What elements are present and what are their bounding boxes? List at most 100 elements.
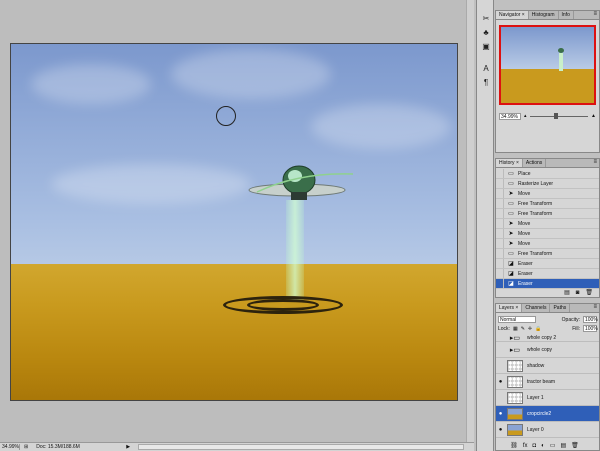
history-item[interactable]: ➤ Move [496, 239, 599, 249]
zoom-out-icon[interactable]: ▴ [524, 113, 527, 119]
lock-move-icon[interactable]: ✛ [528, 326, 532, 332]
opacity-field[interactable]: 100% [583, 316, 598, 323]
tool-preset-icon[interactable]: ✂ [481, 14, 491, 24]
doc-icon: ▭ [508, 181, 514, 187]
history-footer: ▤ ◙ 🗑 [496, 289, 599, 297]
snapshot-icon[interactable]: ◙ [576, 289, 580, 297]
tab-history[interactable]: History × [496, 159, 523, 167]
cloud [311, 104, 451, 149]
history-list: ▭ Place ▭ Rasterize Layer ➤ Move ▭ Free Tran… [496, 169, 599, 289]
cloud [31, 64, 151, 104]
document-canvas[interactable] [10, 43, 458, 401]
adjustment-icon[interactable]: ◐ [541, 442, 545, 450]
blend-mode-select[interactable]: Normal [498, 316, 536, 323]
layers-panel: Layers × Channels Paths ≡ Normal Opacity… [495, 303, 600, 451]
tractor-beam [286, 200, 304, 300]
eraser-icon: ◪ [508, 281, 514, 287]
horizontal-scrollbar[interactable] [138, 444, 464, 450]
link-icon[interactable]: ⛓ [510, 442, 518, 450]
folder-icon: ▸▭ [509, 346, 521, 354]
zoom-slider-thumb[interactable] [553, 112, 558, 119]
paragraph-icon[interactable]: ¶ [481, 78, 491, 88]
layer-thumbnail [507, 407, 523, 420]
layer-list: ▸▭ whole copy 2 ▸▭ whole copy shadow ● trac… [496, 334, 599, 438]
history-item[interactable]: ◪ Eraser [496, 259, 599, 269]
history-item[interactable]: ▭ Place [496, 169, 599, 179]
tab-info[interactable]: Info [559, 11, 574, 19]
eraser-icon: ◪ [508, 271, 514, 277]
panel-menu-icon[interactable]: ≡ [593, 11, 599, 19]
tab-navigator[interactable]: Navigator × [496, 11, 529, 19]
history-item[interactable]: ➤ Move [496, 229, 599, 239]
layer-row[interactable]: ● Layer 0 [496, 422, 599, 438]
panel-menu-icon[interactable]: ≡ [593, 159, 599, 167]
status-zoom[interactable]: 34.99% [2, 444, 20, 450]
history-item[interactable]: ◪ Eraser [496, 269, 599, 279]
layer-row[interactable]: ● tractor beam [496, 374, 599, 390]
trash-icon[interactable]: 🗑 [571, 442, 579, 450]
new-document-icon[interactable]: ▤ [564, 289, 570, 297]
status-doc-size: Doc: 15.3M/188.6M [36, 444, 80, 450]
canvas-workspace[interactable] [0, 0, 474, 442]
layers-tabs: Layers × Channels Paths ≡ [496, 304, 599, 313]
tab-layers[interactable]: Layers × [496, 304, 523, 312]
nav-beam [559, 53, 563, 71]
navigator-tabs: Navigator × Histogram Info ≡ [496, 11, 599, 20]
layer-row[interactable]: Layer 1 [496, 390, 599, 406]
move-icon: ➤ [508, 191, 514, 197]
eye-icon[interactable]: ● [496, 427, 505, 433]
clone-stamp-icon[interactable]: ♣ [481, 28, 491, 38]
character-icon[interactable]: A [481, 64, 491, 74]
panel-dock-strip: ✂ ♣ ▣ A ¶ [476, 0, 494, 451]
status-icon[interactable]: ⊞ [24, 444, 28, 450]
fill-field[interactable]: 100% [583, 325, 598, 332]
group-icon[interactable]: ▭ [550, 442, 556, 450]
brush-cursor [216, 106, 236, 126]
brushes-icon[interactable]: ▣ [481, 42, 491, 52]
move-icon: ➤ [508, 221, 514, 227]
history-item-selected[interactable]: ◪ Eraser [496, 279, 599, 289]
history-panel: History × Actions ≡ ▭ Place ▭ Rasterize La… [495, 158, 600, 298]
layer-row[interactable]: ▸▭ whole copy [496, 342, 599, 358]
layer-row-selected[interactable]: ● cropcircle2 [496, 406, 599, 422]
eye-icon[interactable]: ● [496, 379, 505, 385]
doc-icon: ▭ [508, 211, 514, 217]
layer-row[interactable]: shadow [496, 358, 599, 374]
history-tabs: History × Actions ≡ [496, 159, 599, 168]
layers-controls: Normal Opacity: 100% Lock: ▦ ✎ ✛ 🔒 Fill:… [498, 315, 598, 333]
history-item[interactable]: ➤ Move [496, 219, 599, 229]
tab-histogram[interactable]: Histogram [529, 11, 559, 19]
zoom-slider[interactable] [529, 112, 589, 119]
layer-row[interactable]: ▸▭ whole copy 2 [496, 334, 599, 342]
history-item[interactable]: ▭ Free Transform [496, 249, 599, 259]
lock-transparent-icon[interactable]: ▦ [513, 326, 518, 332]
status-bar: 34.99% ⊞ Doc: 15.3M/188.6M ▶ [0, 442, 474, 451]
tab-channels[interactable]: Channels [522, 304, 551, 312]
history-item[interactable]: ▭ Free Transform [496, 209, 599, 219]
opacity-label: Opacity: [561, 316, 580, 323]
new-layer-icon[interactable]: ▤ [560, 442, 566, 450]
layer-thumbnail [507, 359, 523, 372]
navigator-preview[interactable] [499, 25, 596, 105]
lock-label: Lock: [498, 325, 510, 332]
mask-icon[interactable]: ◘ [533, 442, 537, 450]
trash-icon[interactable]: 🗑 [585, 289, 593, 297]
lock-all-icon[interactable]: 🔒 [535, 326, 541, 332]
vertical-scrollbar[interactable] [466, 0, 474, 442]
tab-actions[interactable]: Actions [523, 159, 547, 167]
tab-paths[interactable]: Paths [550, 304, 571, 312]
ufo-icon [248, 165, 354, 200]
history-item[interactable]: ➤ Move [496, 189, 599, 199]
navigator-zoom-field[interactable]: 34.99% [499, 112, 521, 120]
history-item[interactable]: ▭ Free Transform [496, 199, 599, 209]
layer-thumbnail [507, 391, 523, 404]
panel-menu-icon[interactable]: ≡ [593, 304, 599, 312]
zoom-in-icon[interactable]: ▲ [591, 113, 596, 119]
eye-icon[interactable]: ● [496, 411, 505, 417]
lock-paint-icon[interactable]: ✎ [521, 326, 525, 332]
status-menu-arrow-icon[interactable]: ▶ [126, 444, 134, 450]
history-item[interactable]: ▭ Rasterize Layer [496, 179, 599, 189]
doc-icon: ▭ [508, 251, 514, 257]
fx-icon[interactable]: fx [523, 442, 528, 450]
move-icon: ➤ [508, 231, 514, 237]
